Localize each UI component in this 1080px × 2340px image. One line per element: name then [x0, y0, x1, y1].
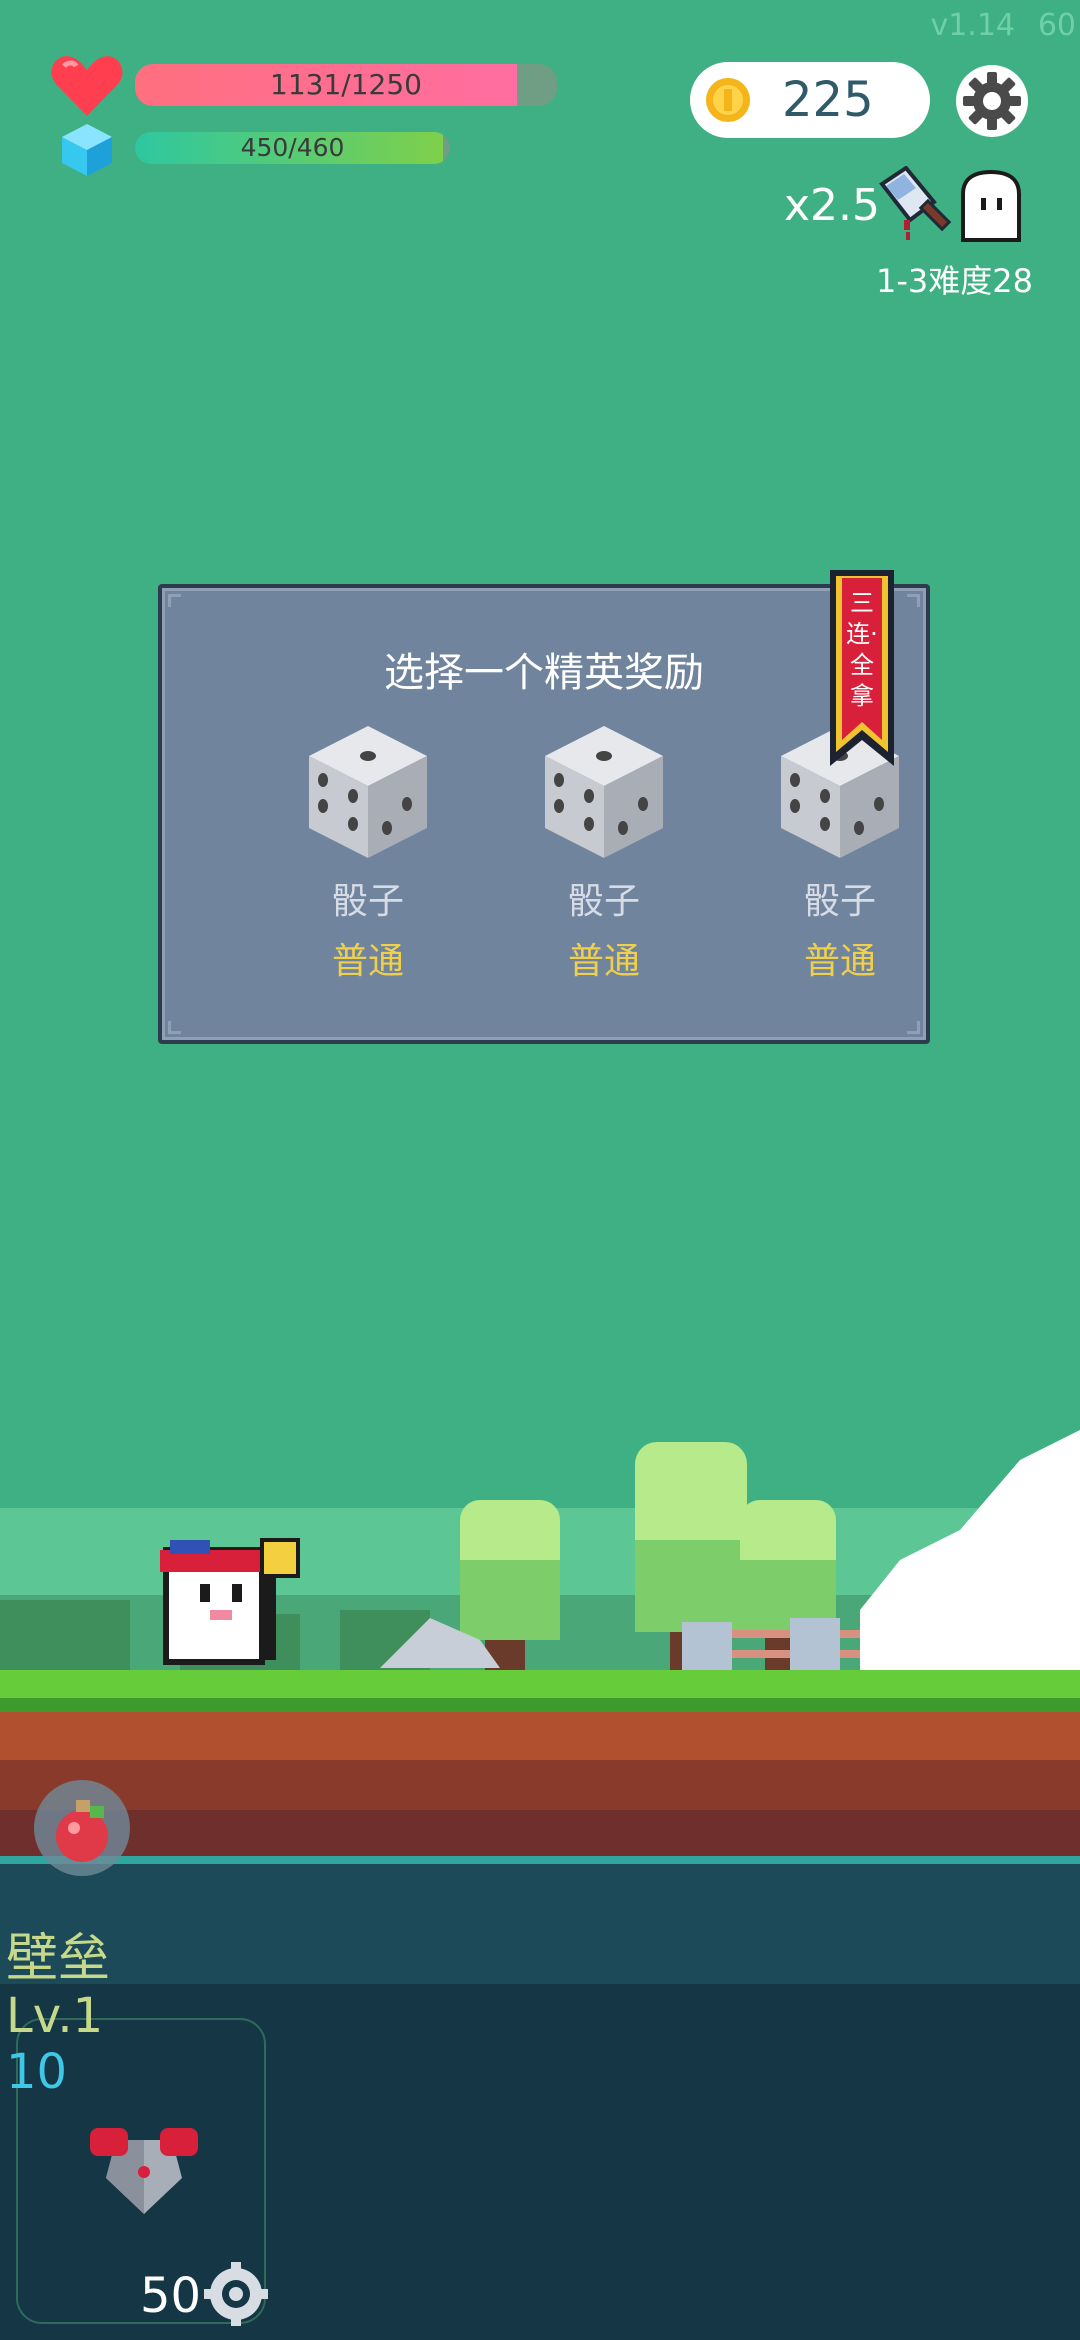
heart-icon: [51, 56, 123, 116]
reward-rarity: 普通: [331, 941, 404, 982]
armor-icon: [90, 2128, 198, 2214]
reward-option[interactable]: 骰子 普通: [504, 722, 704, 984]
reward-name: 骰子: [803, 881, 876, 922]
coin-value: 225: [782, 72, 874, 128]
dice-icon: [545, 726, 663, 858]
gear-icon[interactable]: [955, 64, 1029, 138]
skill-count: 10: [6, 2044, 68, 2100]
ribbon-label: 三连·全拿: [846, 589, 878, 710]
dialog-title: 选择一个精英奖励: [384, 650, 704, 696]
mp-bar: 450/460: [135, 132, 450, 164]
dice-icon: [309, 726, 427, 858]
skill-cost: 50: [140, 2268, 202, 2324]
water-line: [0, 1856, 1080, 1864]
take-all-ribbon[interactable]: 三连·全拿: [826, 570, 898, 766]
skill-name: 壁垒: [6, 1929, 111, 1989]
speed-multiplier[interactable]: x2.5: [784, 180, 880, 231]
reward-name: 骰子: [331, 881, 404, 922]
reward-rarity: 普通: [803, 941, 876, 982]
crystal-icon: [62, 124, 112, 176]
coin-counter: 225: [690, 62, 930, 138]
potion-button[interactable]: [32, 1778, 132, 1878]
cleaver-icon: [879, 166, 952, 240]
elite-reward-dialog: 选择一个精英奖励 骰子 普通 骰子 普通 骰子 普通: [158, 584, 930, 1044]
hp-bar: 1131/1250: [135, 64, 557, 106]
gear-token-icon: [204, 2262, 268, 2326]
version-label: v1.14: [930, 8, 1015, 43]
stage-difficulty: 1-3难度28: [876, 262, 1033, 300]
game-scene: [0, 1430, 1080, 1860]
coin-icon: [706, 78, 750, 122]
water-band: [0, 1864, 1080, 1984]
fps-counter: 60: [1037, 8, 1076, 43]
reward-name: 骰子: [567, 881, 640, 922]
skill-level: Lv.1: [6, 1988, 104, 2044]
ghost-icon: [961, 170, 1021, 242]
reward-option[interactable]: 骰子 普通: [268, 722, 468, 984]
mp-text: 450/460: [240, 133, 345, 162]
hp-text: 1131/1250: [270, 68, 422, 101]
reward-rarity: 普通: [567, 941, 640, 982]
